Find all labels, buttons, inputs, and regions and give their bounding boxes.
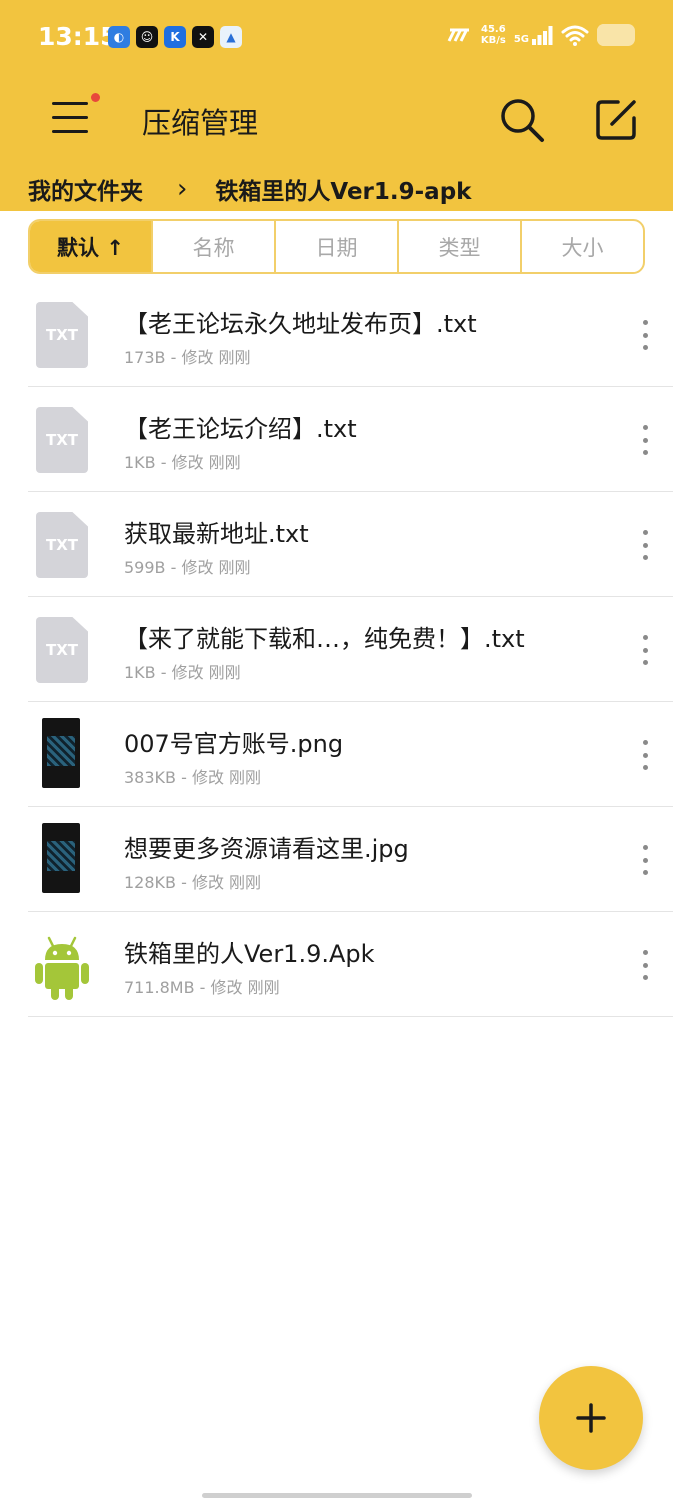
cell-signal-icon bbox=[532, 26, 553, 45]
plus-icon bbox=[576, 1403, 606, 1433]
sort-tabs: 默认 ↑ 名称 日期 类型 大小 bbox=[28, 219, 645, 274]
more-options-icon[interactable] bbox=[639, 635, 651, 665]
net-speed-unit: KB/s bbox=[480, 35, 506, 46]
file-name: 【来了就能下载和…，纯免费！】.txt bbox=[124, 625, 525, 653]
breadcrumb: 我的文件夹 › 铁箱里的人Ver1.9-apk bbox=[28, 172, 471, 206]
file-row[interactable]: 铁箱里的人Ver1.9.Apk 711.8MB - 修改 刚刚 bbox=[28, 912, 673, 1017]
android-icon bbox=[35, 936, 89, 1000]
tab-default[interactable]: 默认 ↑ bbox=[30, 221, 153, 272]
app-icon-2: ☺ bbox=[136, 26, 158, 48]
file-meta: 383KB - 修改 刚刚 bbox=[124, 768, 262, 787]
qr-code-icon bbox=[47, 841, 75, 871]
status-bar: 13:15 ◐ ☺ K ✕ ▲ 45.6 KB/s 5G bbox=[0, 0, 673, 78]
wifi-icon bbox=[561, 25, 589, 46]
file-row[interactable]: TXT 获取最新地址.txt 599B - 修改 刚刚 bbox=[28, 492, 673, 597]
file-list: TXT 【老王论坛永久地址发布页】.txt 173B - 修改 刚刚 TXT 【… bbox=[0, 282, 673, 1017]
more-options-icon[interactable] bbox=[639, 530, 651, 560]
app-bar: 压缩管理 bbox=[0, 78, 673, 162]
txt-file-icon: TXT bbox=[36, 302, 88, 368]
app-icon-1: ◐ bbox=[108, 26, 130, 48]
net-speed-value: 45.6 bbox=[480, 24, 506, 35]
edit-icon bbox=[596, 100, 636, 140]
file-name: 【老王论坛介绍】.txt bbox=[124, 415, 357, 443]
menu-line bbox=[52, 116, 88, 119]
file-meta: 599B - 修改 刚刚 bbox=[124, 558, 251, 577]
search-icon bbox=[501, 99, 544, 142]
app-icon-5: ▲ bbox=[220, 26, 242, 48]
qr-code-icon bbox=[47, 736, 75, 766]
net-speed: 45.6 KB/s bbox=[481, 24, 506, 46]
home-indicator[interactable] bbox=[202, 1493, 472, 1498]
file-name: 007号官方账号.png bbox=[124, 730, 344, 758]
search-button[interactable] bbox=[498, 96, 546, 144]
tab-size[interactable]: 大小 bbox=[522, 221, 643, 272]
menu-line bbox=[52, 130, 88, 133]
notification-icons: ◐ ☺ K ✕ ▲ bbox=[108, 26, 242, 48]
image-thumbnail-icon bbox=[42, 718, 80, 788]
more-options-icon[interactable] bbox=[639, 845, 651, 875]
txt-file-label: TXT bbox=[36, 407, 88, 473]
image-thumbnail-icon bbox=[42, 823, 80, 893]
txt-file-icon: TXT bbox=[36, 617, 88, 683]
more-options-icon[interactable] bbox=[639, 320, 651, 350]
file-name: 铁箱里的人Ver1.9.Apk bbox=[124, 940, 375, 968]
file-row[interactable]: 想要更多资源请看这里.jpg 128KB - 修改 刚刚 bbox=[28, 807, 673, 912]
android-apk-icon bbox=[35, 932, 89, 1000]
file-meta: 1KB - 修改 刚刚 bbox=[124, 663, 241, 682]
add-button[interactable] bbox=[539, 1366, 643, 1470]
breadcrumb-current[interactable]: 铁箱里的人Ver1.9-apk bbox=[215, 172, 471, 206]
menu-line bbox=[52, 102, 88, 105]
file-row[interactable]: 007号官方账号.png 383KB - 修改 刚刚 bbox=[28, 702, 673, 807]
app-icon-4: ✕ bbox=[192, 26, 214, 48]
chevron-right-icon: › bbox=[177, 174, 188, 204]
file-meta: 173B - 修改 刚刚 bbox=[124, 348, 251, 367]
menu-button[interactable] bbox=[48, 93, 100, 135]
more-options-icon[interactable] bbox=[639, 950, 651, 980]
file-name: 获取最新地址.txt bbox=[124, 520, 309, 548]
tab-name[interactable]: 名称 bbox=[153, 221, 276, 272]
cell-signal: 5G bbox=[514, 25, 553, 45]
status-right: 45.6 KB/s 5G bbox=[447, 24, 635, 46]
file-row[interactable]: TXT 【来了就能下载和…，纯免费！】.txt 1KB - 修改 刚刚 bbox=[28, 597, 673, 702]
txt-file-icon: TXT bbox=[36, 512, 88, 578]
top-header: 13:15 ◐ ☺ K ✕ ▲ 45.6 KB/s 5G 压缩管理 我的文件夹 … bbox=[0, 0, 673, 211]
hd-signal-icon bbox=[447, 28, 469, 42]
txt-file-label: TXT bbox=[36, 512, 88, 578]
txt-file-icon: TXT bbox=[36, 407, 88, 473]
edit-button[interactable] bbox=[592, 96, 640, 144]
more-options-icon[interactable] bbox=[639, 740, 651, 770]
file-name: 【老王论坛永久地址发布页】.txt bbox=[124, 310, 477, 338]
file-meta: 1KB - 修改 刚刚 bbox=[124, 453, 241, 472]
notification-dot bbox=[91, 93, 100, 102]
txt-file-label: TXT bbox=[36, 302, 88, 368]
txt-file-label: TXT bbox=[36, 617, 88, 683]
more-options-icon[interactable] bbox=[639, 425, 651, 455]
tab-type[interactable]: 类型 bbox=[399, 221, 522, 272]
page-title: 压缩管理 bbox=[142, 106, 259, 140]
status-time: 13:15 bbox=[38, 22, 118, 51]
file-meta: 711.8MB - 修改 刚刚 bbox=[124, 978, 280, 997]
file-meta: 128KB - 修改 刚刚 bbox=[124, 873, 262, 892]
battery-icon bbox=[597, 24, 635, 46]
file-name: 想要更多资源请看这里.jpg bbox=[124, 835, 409, 863]
breadcrumb-root[interactable]: 我的文件夹 bbox=[28, 172, 143, 206]
file-row[interactable]: TXT 【老王论坛介绍】.txt 1KB - 修改 刚刚 bbox=[28, 387, 673, 492]
file-row[interactable]: TXT 【老王论坛永久地址发布页】.txt 173B - 修改 刚刚 bbox=[28, 282, 673, 387]
network-type: 5G bbox=[513, 34, 529, 45]
app-icon-3: K bbox=[164, 26, 186, 48]
tab-date[interactable]: 日期 bbox=[276, 221, 399, 272]
